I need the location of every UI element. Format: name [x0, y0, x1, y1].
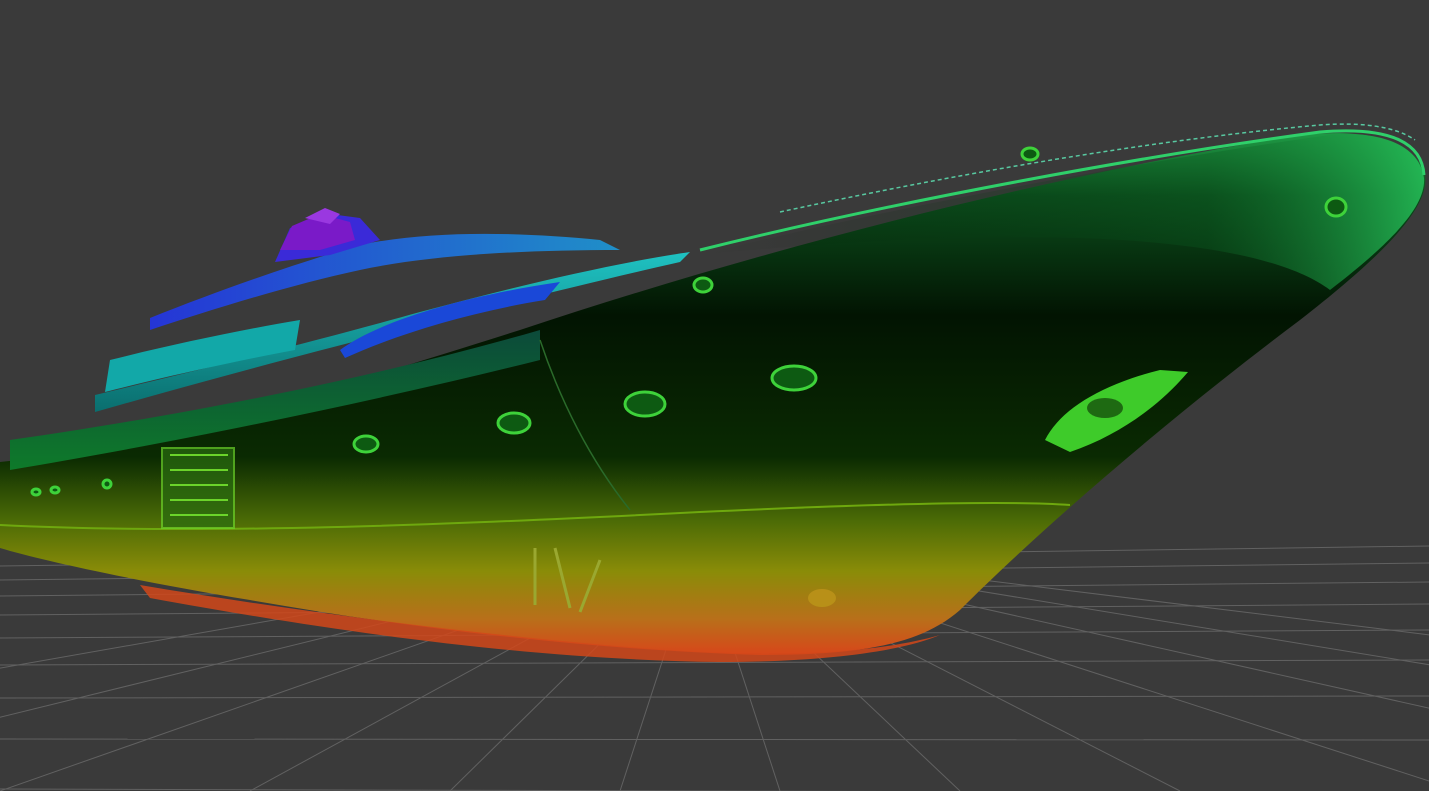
porthole	[30, 487, 42, 497]
porthole	[101, 478, 113, 490]
anchor	[1087, 398, 1123, 418]
point-cloud-render[interactable]	[0, 0, 1429, 791]
thruster	[808, 589, 836, 607]
porthole	[623, 390, 667, 418]
porthole	[496, 411, 532, 435]
porthole	[49, 485, 61, 495]
porthole	[352, 434, 380, 454]
porthole	[770, 364, 818, 392]
side-door	[161, 447, 235, 529]
3d-viewport[interactable]	[0, 0, 1429, 791]
porthole	[692, 276, 714, 294]
porthole	[1324, 196, 1348, 218]
porthole	[1020, 146, 1040, 162]
